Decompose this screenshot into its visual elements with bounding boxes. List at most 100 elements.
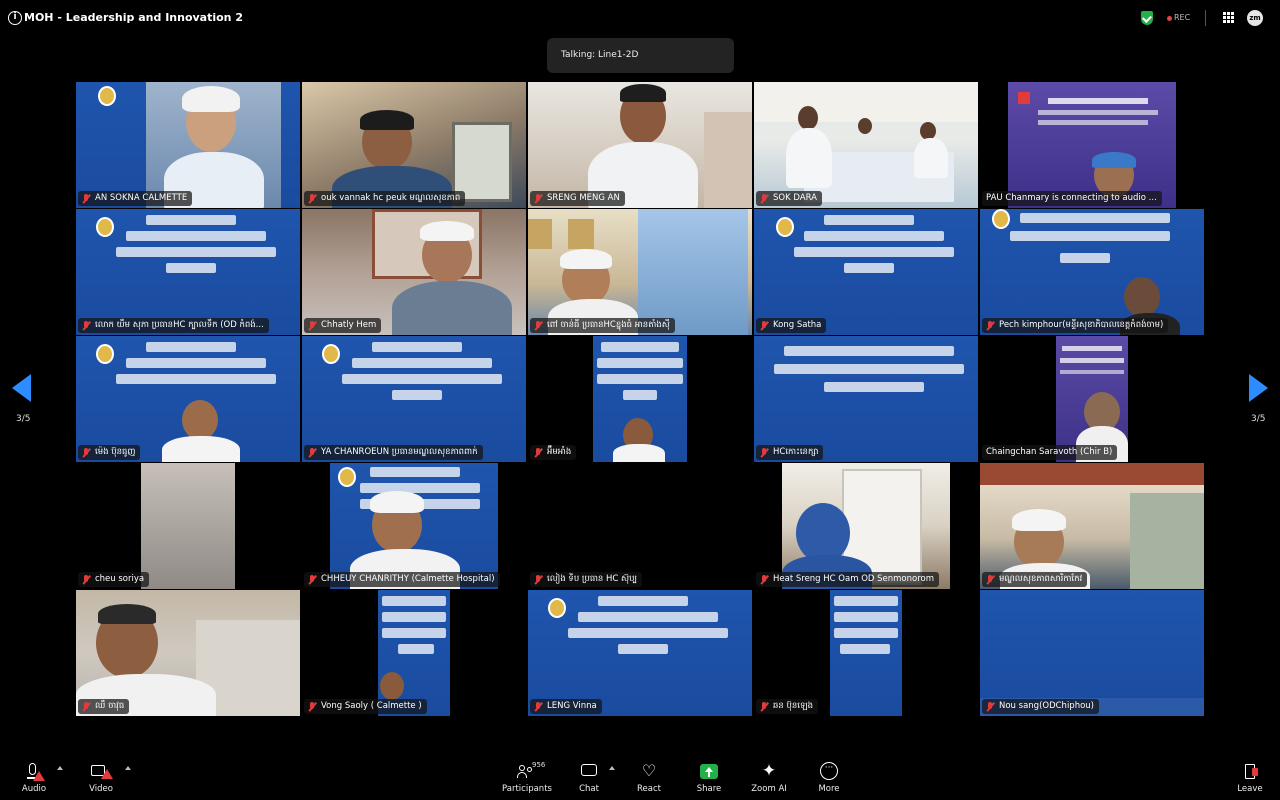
meeting-info-icon[interactable]: i (8, 11, 22, 25)
video-options-caret-icon[interactable] (125, 766, 131, 770)
mic-muted-icon (82, 447, 91, 458)
mic-muted-icon (760, 193, 769, 204)
participant-name-label: SRENG MENG AN (530, 191, 625, 206)
participant-tile[interactable]: LENG Vinna (528, 590, 752, 716)
video-feed (302, 82, 526, 208)
participant-name-label: SOK DARA (756, 191, 822, 206)
participant-tile[interactable]: Nou sang(ODChiphou) (980, 590, 1204, 716)
participant-name-label: Kong Satha (756, 318, 827, 333)
mic-muted-icon (534, 574, 543, 585)
participant-name-label: HCកោះនេក្សា (756, 445, 824, 460)
leave-door-icon (1239, 762, 1261, 782)
slide-background (593, 336, 687, 462)
participant-tile[interactable]: ម៉េង ប៊ុនធូញ (76, 336, 300, 462)
participant-tile[interactable]: អ៊ឹមអាំង (528, 336, 752, 462)
heart-icon: ♡ (641, 761, 657, 780)
participant-name-label: ពៅ ចាន់ធី ប្រធានHCខ្នុងធំ អានតាំងស៊ី (530, 318, 675, 333)
mic-muted-icon (82, 193, 91, 204)
page-indicator-left: 3/5 (16, 414, 31, 424)
mic-muted-icon (986, 320, 995, 331)
page-indicator-right: 3/5 (1251, 414, 1266, 424)
participant-name-label: ouk vannak hc peuk មណ្ឌលសុខភាព (304, 191, 466, 206)
mic-muted-icon (308, 701, 317, 712)
camera-off-icon (90, 762, 113, 782)
mic-muted-icon (986, 574, 995, 585)
participant-name-label: ឈឹ ចាវុធ (78, 699, 130, 714)
top-bar: i MOH - Leadership and Innovation 2 REC … (0, 0, 1280, 36)
slide-background (378, 590, 450, 716)
mic-muted-icon (308, 193, 317, 204)
slide-background (528, 590, 752, 716)
participant-tile[interactable]: PAU Chanmary is connecting to audio ... (980, 82, 1204, 208)
slide-background (330, 463, 498, 589)
participant-name-label: PAU Chanmary is connecting to audio ... (982, 191, 1162, 206)
view-grid-icon[interactable] (1223, 12, 1234, 23)
audio-options-caret-icon[interactable] (57, 766, 63, 770)
video-button[interactable]: Video (73, 762, 129, 794)
participant-tile[interactable]: Pech kimphour(មន្ទីរសុខាភិបាលខេត្តកំពង់ច… (980, 209, 1204, 335)
participant-tile[interactable]: CHHEUY CHANRITHY (Calmette Hospital) (302, 463, 526, 589)
participant-tile[interactable]: HCកោះនេក្សា (754, 336, 978, 462)
leave-button[interactable]: Leave (1222, 762, 1278, 794)
active-speaker-banner: Talking: Line1-2D (547, 38, 734, 73)
participants-button[interactable]: 956 Participants (499, 761, 555, 794)
video-feed (754, 82, 978, 208)
participant-name-label: លោក យឹម សុភា ប្រធានHC ក្បាលទឹក (OD កំពង់… (78, 318, 269, 333)
next-page-arrow-icon[interactable] (1249, 374, 1268, 402)
participant-name-label: CHHEUY CHANRITHY (Calmette Hospital) (304, 572, 500, 587)
chat-bubble-icon (578, 762, 600, 782)
sparkle-icon: ✦ (761, 761, 777, 781)
more-button[interactable]: ··· More (801, 762, 857, 794)
recording-dot-icon (1167, 16, 1172, 21)
mic-muted-icon (534, 447, 543, 458)
participant-name-label: មណ្ឌលសុខភាពសារិកាកែវ (982, 572, 1088, 587)
participant-tile[interactable]: ouk vannak hc peuk មណ្ឌលសុខភាព (302, 82, 526, 208)
participant-tile[interactable]: លោក យឹម សុភា ប្រធានHC ក្បាលទឹក (OD កំពង់… (76, 209, 300, 335)
audio-button[interactable]: Audio (6, 762, 62, 794)
mic-muted-icon (534, 320, 543, 331)
participant-name-label: Nou sang(ODChiphou) (982, 699, 1099, 714)
video-feed (1008, 82, 1176, 208)
participant-tile[interactable]: cheu soriya (76, 463, 300, 589)
more-dots-icon: ··· (818, 762, 840, 782)
participant-tile[interactable]: ឈឹ ចាវុធ (76, 590, 300, 716)
zoom-ai-button[interactable]: ✦ Zoom AI (741, 762, 797, 794)
participant-tile[interactable]: លៀង ទិប ប្រធាន HC ស៊ុប្ប (528, 463, 752, 589)
participant-tile[interactable]: ឆន ប៊ុនឡេង (754, 590, 978, 716)
participants-icon: 956 (516, 761, 545, 782)
share-button[interactable]: Share (681, 762, 737, 794)
participant-tile[interactable]: Heat Sreng HC Oam OD Senmonorom (754, 463, 978, 589)
chat-options-caret-icon[interactable] (609, 766, 615, 770)
participant-name-label: Chaingchan Saravoth (Chir B) (982, 445, 1118, 460)
participant-tile[interactable]: SRENG MENG AN (528, 82, 752, 208)
participant-tile[interactable]: AN SOKNA CALMETTE (76, 82, 300, 208)
participant-tile[interactable]: មណ្ឌលសុខភាពសារិកាកែវ (980, 463, 1204, 589)
mic-muted-icon (986, 701, 995, 712)
participant-tile[interactable]: Chhatly Hem (302, 209, 526, 335)
participant-tile[interactable]: YA CHANROEUN ប្រធានមណ្ឌលសុខភាពពាក់ (302, 336, 526, 462)
participant-tile[interactable]: Chaingchan Saravoth (Chir B) (980, 336, 1204, 462)
participant-tile[interactable]: SOK DARA (754, 82, 978, 208)
participant-tile[interactable]: Vong Saoly ( Calmette ) (302, 590, 526, 716)
participant-tile[interactable]: Kong Satha (754, 209, 978, 335)
participant-name-label: cheu soriya (78, 572, 150, 587)
mic-muted-icon (534, 701, 543, 712)
video-feed (528, 82, 752, 208)
meeting-toolbar: Audio Video 956 Participants Chat ♡ Reac… (0, 758, 1280, 800)
mic-muted-icon (82, 701, 91, 712)
zoom-logo-icon[interactable]: zm (1247, 10, 1263, 26)
participants-count: 956 (532, 761, 546, 769)
meeting-title: MOH - Leadership and Innovation 2 (24, 11, 243, 24)
participant-tile[interactable]: ពៅ ចាន់ធី ប្រធានHCខ្នុងធំ អានតាំងស៊ី (528, 209, 752, 335)
react-button[interactable]: ♡ React (621, 761, 677, 795)
microphone-muted-icon (23, 762, 45, 782)
mic-muted-icon (82, 320, 91, 331)
encryption-shield-icon[interactable] (1141, 11, 1153, 25)
recording-indicator[interactable]: REC (1174, 13, 1190, 22)
slide-background (754, 336, 978, 462)
video-feed (980, 463, 1204, 589)
previous-page-arrow-icon[interactable] (12, 374, 31, 402)
participant-name-label: Vong Saoly ( Calmette ) (304, 699, 427, 714)
participant-name-label: ឆន ប៊ុនឡេង (756, 699, 819, 714)
mic-muted-icon (534, 193, 543, 204)
